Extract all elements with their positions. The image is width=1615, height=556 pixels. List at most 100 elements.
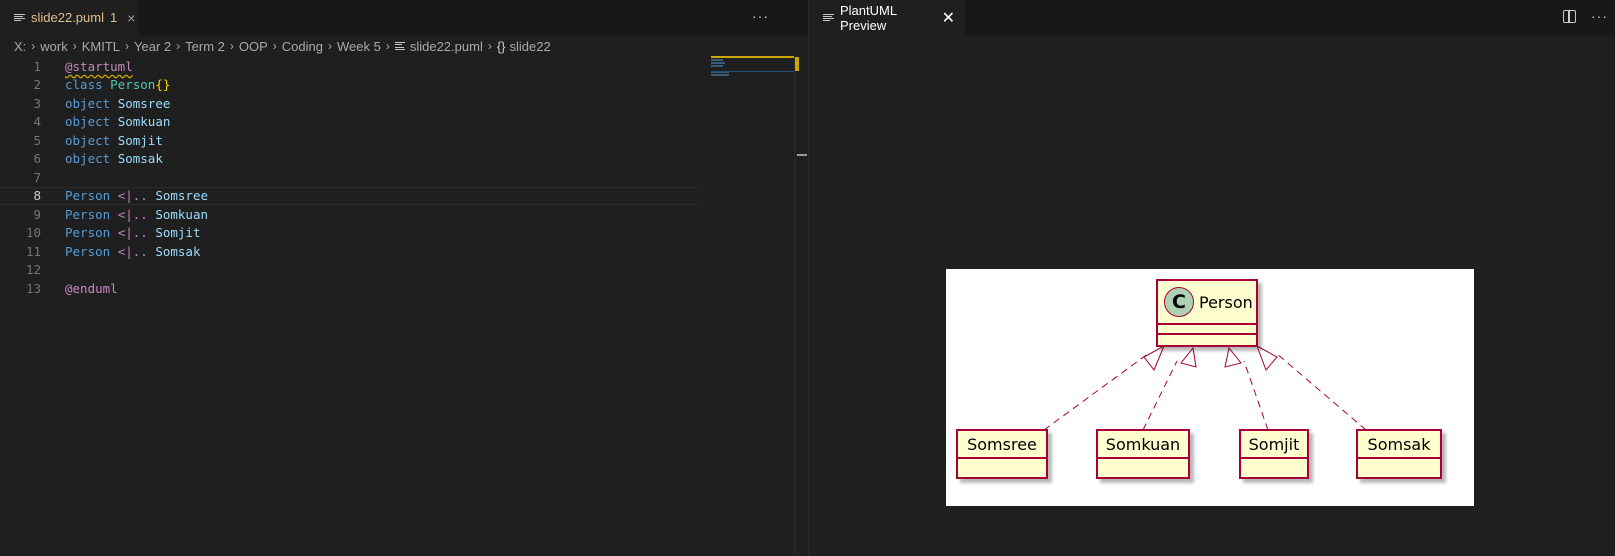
minimap[interactable] xyxy=(711,57,794,77)
braces-icon: {} xyxy=(496,38,506,54)
minimap-viewport[interactable] xyxy=(711,71,794,72)
chevron-right-icon: › xyxy=(176,39,181,53)
code-text: object Somsree xyxy=(65,96,170,111)
more-actions-button[interactable]: ··· xyxy=(1591,8,1608,24)
breadcrumb-symbol[interactable]: {} slide22 xyxy=(497,39,551,54)
uml-object-name: Somsak xyxy=(1358,431,1440,459)
breadcrumb-week[interactable]: Week 5 xyxy=(337,39,381,54)
line-number: 11 xyxy=(25,243,41,259)
code-token: <|.. xyxy=(117,206,148,222)
chevron-right-icon: › xyxy=(31,39,36,53)
line-number: 7 xyxy=(33,169,41,185)
code-token: Person xyxy=(65,225,118,241)
line-number: 10 xyxy=(25,225,41,241)
code-text: Person <|.. Somsak xyxy=(65,244,200,259)
chevron-right-icon: › xyxy=(385,39,390,53)
inheritance-arrowhead xyxy=(1224,346,1242,368)
code-line[interactable]: 8 Person <|.. Somsree xyxy=(0,186,700,205)
file-lines-icon xyxy=(14,12,25,24)
uml-diagram: C Person Somsree Somkuan Somjit Somsak xyxy=(946,269,1474,506)
code-token: Person xyxy=(110,77,156,93)
line-number: 2 xyxy=(33,77,41,93)
code-token: Person xyxy=(65,206,118,222)
uml-object-name: Somjit xyxy=(1241,431,1307,459)
breadcrumb-term[interactable]: Term 2 xyxy=(185,39,225,54)
line-number: 4 xyxy=(33,114,41,130)
code-text: class Person{} xyxy=(65,77,170,92)
edge-somsak-person xyxy=(1275,352,1367,431)
uml-object-name: Somsree xyxy=(958,431,1046,459)
uml-object-somsree: Somsree xyxy=(956,429,1048,479)
uml-object-name: Somkuan xyxy=(1098,431,1188,459)
code-line[interactable]: 1 @startuml xyxy=(0,57,700,76)
uml-class-header: C Person xyxy=(1158,281,1256,325)
breadcrumb-coding[interactable]: Coding xyxy=(282,39,323,54)
more-actions-button[interactable]: ··· xyxy=(752,8,769,24)
code-line[interactable]: 4 object Somkuan xyxy=(0,113,700,132)
code-text: Person <|.. Somkuan xyxy=(65,207,208,222)
code-text: object Somsak xyxy=(65,151,163,166)
line-number: 8 xyxy=(33,188,41,204)
uml-class-person: C Person xyxy=(1156,279,1258,347)
code-token: {} xyxy=(155,77,171,93)
line-number: 12 xyxy=(25,262,41,278)
chevron-right-icon: › xyxy=(72,39,77,53)
code-token: object xyxy=(65,132,118,148)
breadcrumb-drive[interactable]: X: xyxy=(14,39,26,54)
code-token: Person xyxy=(65,243,118,259)
code-line[interactable]: 12 xyxy=(0,261,700,280)
code-line[interactable]: 7 xyxy=(0,168,700,187)
code-text: @startuml xyxy=(65,59,133,74)
chevron-right-icon: › xyxy=(487,39,492,53)
close-tab-icon[interactable]: ✕ xyxy=(942,8,955,28)
code-token: Somkuan xyxy=(147,206,209,222)
code-line[interactable]: 3 object Somsree xyxy=(0,94,700,113)
code-line[interactable]: 5 object Somjit xyxy=(0,131,700,150)
code-line[interactable]: 13 @enduml xyxy=(0,279,700,298)
tab-plantuml-preview[interactable]: PlantUML Preview ✕ xyxy=(809,0,965,35)
code-line[interactable]: 10 Person <|.. Somjit xyxy=(0,224,700,243)
code-editor[interactable]: 1 @startuml 2 class Person{} 3 object Somsree… xyxy=(0,57,700,556)
scrollbar-cursor-marker xyxy=(797,154,807,156)
code-token: class xyxy=(65,77,111,93)
problems-badge: 1 xyxy=(110,10,118,25)
breadcrumb: X: › work › KMITL › Year 2 › Term 2 › OOP › Co… xyxy=(0,35,790,57)
breadcrumb-oop[interactable]: OOP xyxy=(239,39,268,54)
code-token: Somkuan xyxy=(117,114,171,130)
tab-slide22-puml[interactable]: slide22.puml 1 × xyxy=(0,0,138,35)
edge-somsree-person xyxy=(1043,352,1150,431)
code-line[interactable]: 9 Person <|.. Somkuan xyxy=(0,205,700,224)
editor-pane: slide22.puml 1 × ··· X: › work › KMITL › Ye… xyxy=(0,0,808,556)
breadcrumb-year[interactable]: Year 2 xyxy=(134,39,171,54)
code-token: Somsree xyxy=(117,95,171,111)
code-token: Somjit xyxy=(117,132,163,148)
code-line[interactable]: 2 class Person{} xyxy=(0,76,700,95)
code-token: <|.. xyxy=(117,188,148,204)
split-editor-icon[interactable] xyxy=(1563,10,1576,23)
file-lines-icon xyxy=(394,41,405,51)
code-token: @startuml xyxy=(65,58,133,74)
code-token: object xyxy=(65,151,118,167)
uml-object-somjit: Somjit xyxy=(1239,429,1309,479)
code-line[interactable]: 6 object Somsak xyxy=(0,150,700,169)
preview-pane: PlantUML Preview ✕ ··· C Person Somsree … xyxy=(808,0,1615,556)
breadcrumb-work[interactable]: work xyxy=(40,39,67,54)
edge-somjit-person xyxy=(1243,360,1269,431)
line-number: 13 xyxy=(25,280,41,296)
chevron-right-icon: › xyxy=(272,39,277,53)
vertical-scrollbar[interactable] xyxy=(794,57,808,556)
code-token: Somjit xyxy=(147,225,201,241)
breadcrumb-symbol-label: slide22 xyxy=(509,38,551,54)
code-text: object Somkuan xyxy=(65,114,170,129)
breadcrumb-file[interactable]: slide22.puml xyxy=(394,39,483,54)
breadcrumb-kmitl[interactable]: KMITL xyxy=(82,39,120,54)
uml-object-somkuan: Somkuan xyxy=(1096,429,1190,479)
editor-tab-bar: slide22.puml 1 × ··· xyxy=(0,0,808,35)
code-line[interactable]: 11 Person <|.. Somsak xyxy=(0,242,700,261)
chevron-right-icon: › xyxy=(328,39,332,53)
code-text: object Somjit xyxy=(65,133,163,148)
chevron-right-icon: › xyxy=(125,39,130,53)
code-text: Person <|.. Somsree xyxy=(65,188,208,203)
line-number: 1 xyxy=(33,58,41,74)
close-tab-icon[interactable]: × xyxy=(127,10,135,26)
